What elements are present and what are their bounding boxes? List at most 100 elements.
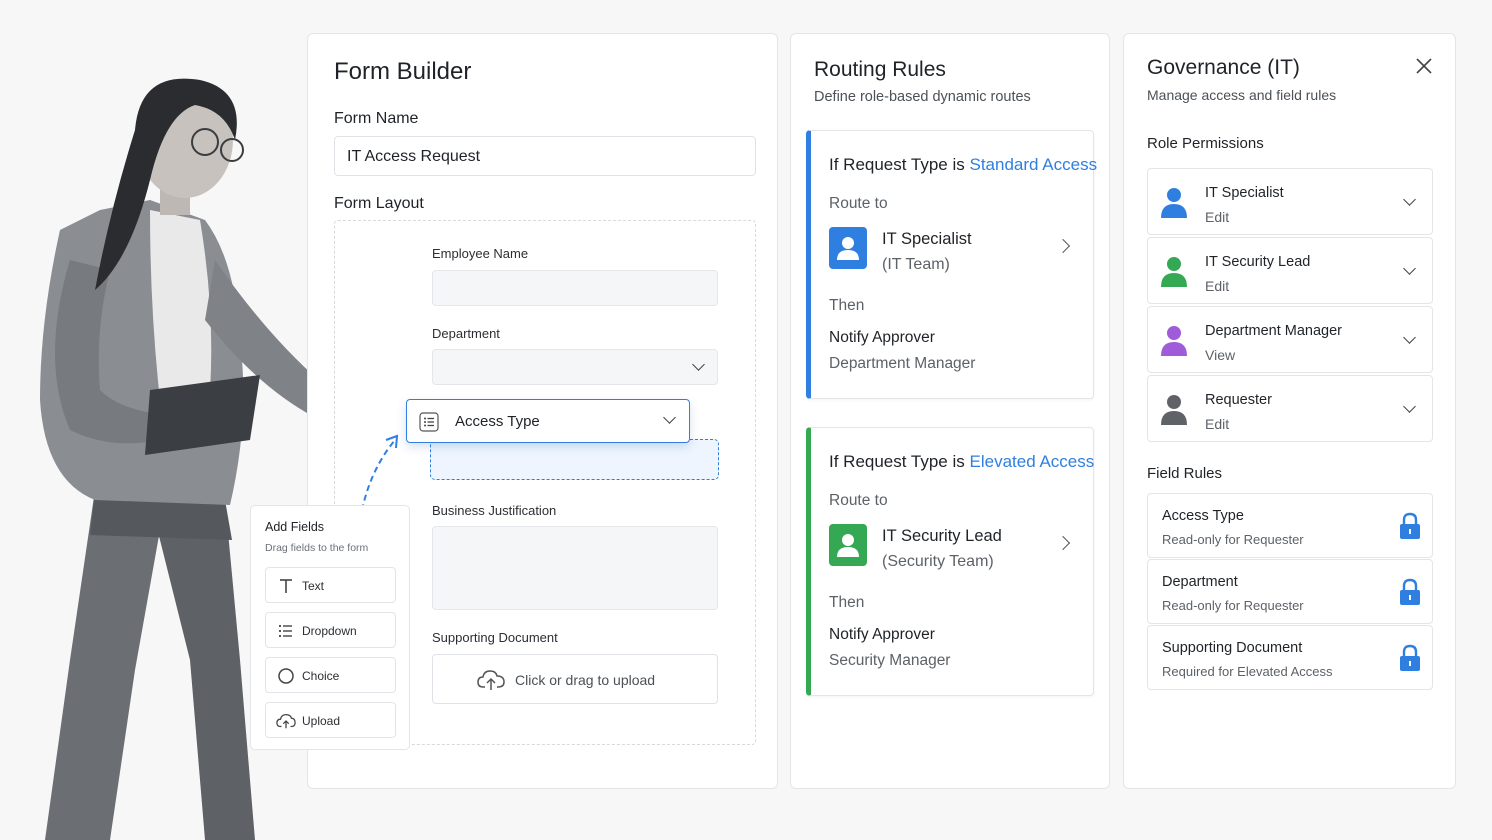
department-select[interactable] — [432, 349, 718, 385]
add-field-choice-label: Choice — [302, 669, 340, 683]
user-icon — [829, 227, 867, 269]
add-field-dropdown[interactable]: Dropdown — [265, 612, 396, 648]
text-icon — [280, 579, 292, 593]
routing-rules-panel: Routing Rules Define role-based dynamic … — [790, 33, 1110, 789]
field-rule-description: Read-only for Requester — [1162, 532, 1304, 547]
add-field-choice[interactable]: Choice — [265, 657, 396, 693]
cloud-upload-icon — [276, 713, 296, 729]
field-rule-description: Required for Elevated Access — [1162, 664, 1333, 679]
field-rule-name: Department — [1162, 574, 1238, 590]
chevron-down-icon[interactable] — [1403, 193, 1416, 206]
rule-condition: If Request Type is Elevated Access — [829, 452, 1094, 472]
field-rule-name: Supporting Document — [1162, 640, 1303, 656]
route-to-label: Route to — [829, 492, 888, 509]
routing-rule-card-elevated[interactable]: If Request Type is Elevated Access Route… — [806, 427, 1094, 696]
route-to-label: Route to — [829, 195, 888, 212]
dragging-field-access-type[interactable]: Access Type — [406, 399, 690, 443]
rule-action-target: Security Manager — [829, 652, 951, 669]
role-name: IT Security Lead — [1205, 254, 1311, 270]
upload-hint-text: Click or drag to upload — [515, 672, 656, 688]
rule-condition-prefix: If Request Type is — [829, 155, 965, 174]
role-permission: Edit — [1205, 416, 1230, 432]
routing-rules-title: Routing Rules — [814, 58, 946, 81]
field-rule-description: Read-only for Requester — [1162, 598, 1304, 613]
lock-icon — [1400, 644, 1420, 671]
route-target-name: IT Specialist — [882, 230, 972, 248]
rule-action: Notify Approver — [829, 626, 935, 643]
role-row-department-manager[interactable]: Department Manager View — [1147, 306, 1433, 373]
employee-name-field[interactable] — [432, 270, 718, 306]
business-justification-label: Business Justification — [432, 503, 557, 518]
field-rule-supporting-document[interactable]: Supporting Document Required for Elevate… — [1147, 625, 1433, 690]
role-row-it-specialist[interactable]: IT Specialist Edit — [1147, 168, 1433, 235]
form-name-input[interactable]: IT Access Request — [334, 136, 756, 176]
add-field-text-label: Text — [302, 579, 325, 593]
add-fields-palette: Add Fields Drag fields to the form Text … — [250, 505, 410, 750]
cloud-upload-icon — [477, 670, 505, 690]
then-label: Then — [829, 297, 865, 314]
form-builder-title: Form Builder — [334, 58, 472, 85]
supporting-document-label: Supporting Document — [432, 630, 558, 645]
rule-condition: If Request Type is Standard Access — [829, 155, 1097, 175]
governance-subtitle: Manage access and field rules — [1147, 87, 1337, 103]
chevron-right-icon[interactable] — [1055, 238, 1071, 254]
route-target-team: (Security Team) — [882, 553, 994, 570]
add-field-upload-label: Upload — [302, 714, 341, 728]
radio-icon — [278, 668, 294, 684]
then-label: Then — [829, 594, 865, 611]
employee-name-label: Employee Name — [432, 246, 529, 261]
add-fields-subtitle: Drag fields to the form — [265, 542, 369, 554]
list-icon — [419, 412, 439, 432]
field-rule-access-type[interactable]: Access Type Read-only for Requester — [1147, 493, 1433, 558]
lock-icon — [1400, 578, 1420, 605]
add-field-dropdown-label: Dropdown — [302, 624, 357, 638]
routing-rule-card-standard[interactable]: If Request Type is Standard Access Route… — [806, 130, 1097, 399]
department-label: Department — [432, 326, 500, 341]
role-name: IT Specialist — [1205, 185, 1284, 201]
rule-action-target: Department Manager — [829, 355, 976, 372]
user-icon — [1161, 257, 1187, 287]
rule-condition-value[interactable]: Standard Access — [970, 155, 1098, 174]
role-name: Department Manager — [1205, 323, 1343, 339]
role-permission: Edit — [1205, 209, 1230, 225]
chevron-right-icon[interactable] — [1055, 535, 1071, 551]
dragging-field-label: Access Type — [455, 413, 540, 430]
close-icon[interactable] — [1414, 56, 1434, 76]
field-rule-department[interactable]: Department Read-only for Requester — [1147, 559, 1433, 624]
drop-zone-placeholder[interactable] — [430, 439, 719, 480]
user-icon — [1161, 326, 1187, 356]
chevron-down-icon — [663, 411, 676, 424]
chevron-down-icon[interactable] — [1403, 262, 1416, 275]
user-icon — [829, 524, 867, 566]
chevron-down-icon[interactable] — [1403, 400, 1416, 413]
routing-rules-subtitle: Define role-based dynamic routes — [814, 89, 1031, 105]
business-justification-textarea[interactable] — [432, 526, 718, 610]
role-row-requester[interactable]: Requester Edit — [1147, 375, 1433, 442]
form-name-label: Form Name — [334, 110, 419, 127]
list-icon — [278, 624, 292, 638]
role-permission: Edit — [1205, 278, 1230, 294]
role-permission: View — [1205, 347, 1236, 363]
chevron-down-icon — [692, 358, 705, 371]
route-target-name: IT Security Lead — [882, 527, 1002, 545]
user-icon — [1161, 188, 1187, 218]
user-icon — [1161, 395, 1187, 425]
lock-icon — [1400, 512, 1420, 539]
rule-condition-prefix: If Request Type is — [829, 452, 965, 471]
field-rules-title: Field Rules — [1147, 465, 1223, 482]
rule-action: Notify Approver — [829, 329, 935, 346]
form-layout-label: Form Layout — [334, 195, 424, 212]
add-field-text[interactable]: Text — [265, 567, 396, 603]
role-row-it-security-lead[interactable]: IT Security Lead Edit — [1147, 237, 1433, 304]
role-permissions-title: Role Permissions — [1147, 135, 1264, 152]
field-rule-name: Access Type — [1162, 508, 1244, 524]
add-field-upload[interactable]: Upload — [265, 702, 396, 738]
rule-condition-value[interactable]: Elevated Access — [970, 452, 1095, 471]
governance-title: Governance (IT) — [1147, 56, 1300, 79]
governance-panel: Governance (IT) Manage access and field … — [1123, 33, 1456, 789]
role-name: Requester — [1205, 392, 1272, 408]
chevron-down-icon[interactable] — [1403, 331, 1416, 344]
route-target-team: (IT Team) — [882, 256, 950, 273]
supporting-document-upload[interactable]: Click or drag to upload — [432, 654, 718, 704]
add-fields-title: Add Fields — [265, 520, 325, 534]
